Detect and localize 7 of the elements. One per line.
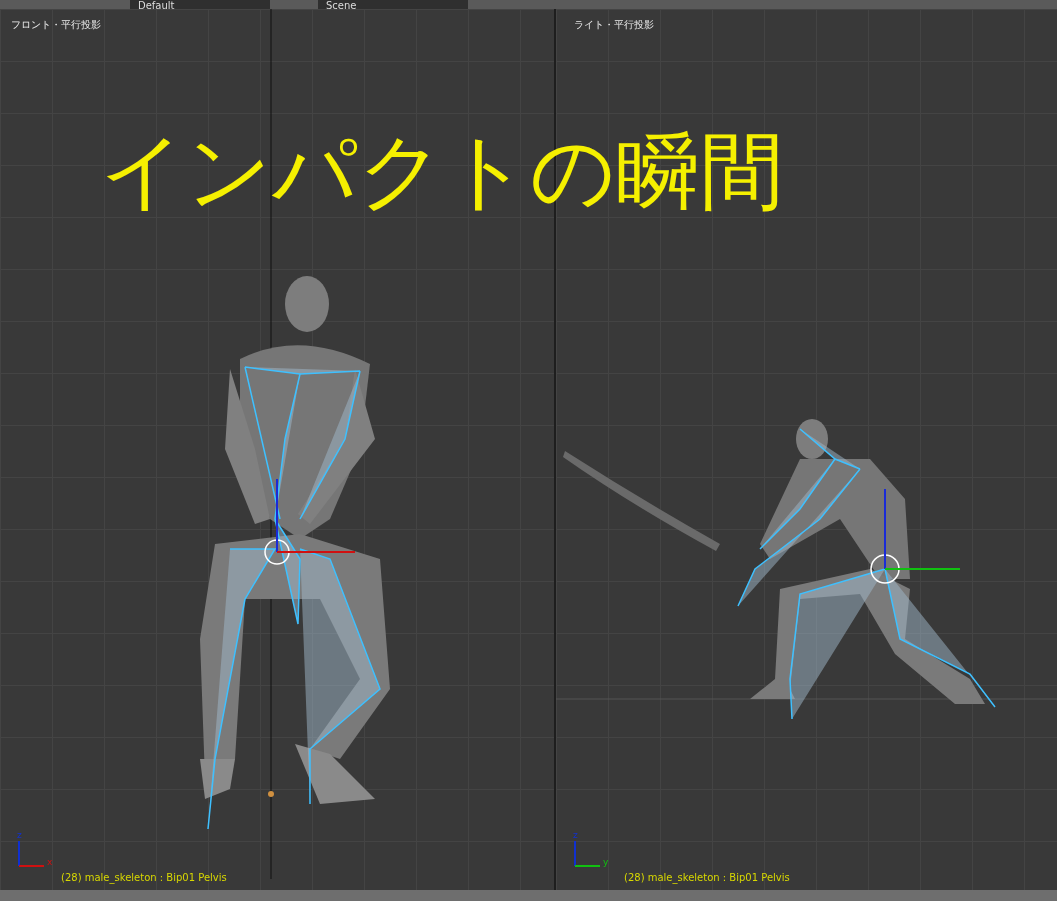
viewport-title: ライト・平行投影: [574, 19, 654, 31]
overlay-title: インパクトの瞬間: [100, 121, 784, 221]
status-text: (28) male_skeleton : Bip01 Pelvis: [61, 872, 227, 884]
axis-gizmo-drawing: z x: [16, 829, 61, 869]
axis-gizmo-drawing: z y: [572, 829, 617, 869]
viewport-title: フロント・平行投影: [11, 19, 101, 31]
status-text: (28) male_skeleton : Bip01 Pelvis: [624, 872, 790, 884]
